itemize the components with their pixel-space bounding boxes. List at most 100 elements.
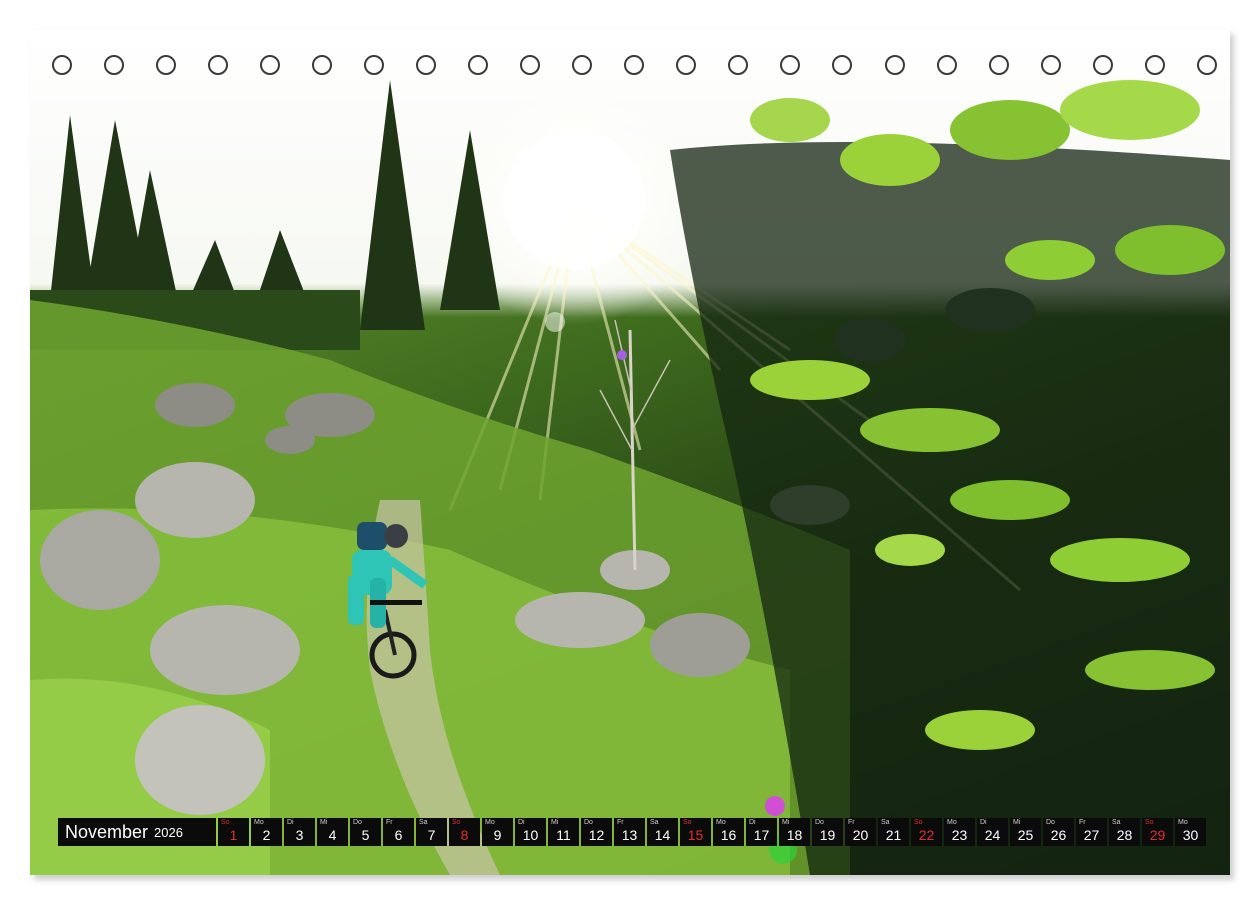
day-cell: Sa 7 xyxy=(416,818,447,846)
day-number: 7 xyxy=(427,827,436,843)
binding-hole xyxy=(832,55,853,75)
calendar-page: November 2026 So 1 Mo 2 Di 3 Mi 4 Do 5 Fr 6 Sa 7 So 8 Mo… xyxy=(30,30,1230,875)
day-number: 15 xyxy=(687,827,704,843)
binding-hole xyxy=(780,55,801,75)
day-cell: Mo 23 xyxy=(944,818,975,846)
weekday-abbr: Mo xyxy=(947,819,957,826)
weekday-abbr: Mo xyxy=(1178,819,1188,826)
day-number: 2 xyxy=(262,827,271,843)
day-cell: Mi 25 xyxy=(1010,818,1041,846)
day-cell: Di 3 xyxy=(284,818,315,846)
binding-hole xyxy=(624,55,645,75)
day-cell: Fr 20 xyxy=(845,818,876,846)
day-cell: Mi 11 xyxy=(548,818,579,846)
day-number: 18 xyxy=(786,827,803,843)
weekday-abbr: Di xyxy=(287,819,294,826)
binding-hole xyxy=(1040,55,1061,75)
day-number: 3 xyxy=(295,827,304,843)
day-number: 26 xyxy=(1050,827,1067,843)
day-number: 27 xyxy=(1083,827,1100,843)
day-cell: So 29 xyxy=(1142,818,1173,846)
day-number: 29 xyxy=(1149,827,1166,843)
binding-hole xyxy=(312,55,333,75)
weekday-abbr: So xyxy=(683,819,692,826)
day-number: 9 xyxy=(493,827,502,843)
weekday-abbr: Sa xyxy=(650,819,659,826)
weekday-abbr: So xyxy=(452,819,461,826)
weekday-abbr: So xyxy=(1145,819,1154,826)
weekday-abbr: Sa xyxy=(1112,819,1121,826)
day-number: 10 xyxy=(522,827,539,843)
day-number: 28 xyxy=(1116,827,1133,843)
binding-hole xyxy=(208,55,229,75)
weekday-abbr: Fr xyxy=(386,819,393,826)
weekday-abbr: Mi xyxy=(782,819,790,826)
binding-hole xyxy=(676,55,697,75)
day-number: 22 xyxy=(918,827,935,843)
binding-hole xyxy=(520,55,541,75)
day-cell: Sa 28 xyxy=(1109,818,1140,846)
day-cell: Sa 14 xyxy=(647,818,678,846)
weekday-abbr: Di xyxy=(749,819,756,826)
day-number: 6 xyxy=(394,827,403,843)
weekday-abbr: Di xyxy=(518,819,525,826)
landscape-photo xyxy=(30,80,1230,875)
weekday-abbr: Mi xyxy=(320,819,328,826)
binding-hole xyxy=(468,55,489,75)
month-year: 2026 xyxy=(154,824,183,840)
binding-hole xyxy=(1092,55,1113,75)
day-cell: Mo 9 xyxy=(482,818,513,846)
day-cell: Do 12 xyxy=(581,818,612,846)
day-cell: Do 26 xyxy=(1043,818,1074,846)
day-cell: Mo 16 xyxy=(713,818,744,846)
weekday-abbr: Do xyxy=(815,819,824,826)
day-number: 20 xyxy=(852,827,869,843)
day-cell: Do 5 xyxy=(350,818,381,846)
binding-hole xyxy=(1196,55,1217,75)
day-cell: Di 24 xyxy=(977,818,1008,846)
day-cell: Fr 13 xyxy=(614,818,645,846)
weekday-abbr: Mi xyxy=(1013,819,1021,826)
binding-hole xyxy=(104,55,125,75)
weekday-abbr: Mo xyxy=(485,819,495,826)
day-number: 19 xyxy=(819,827,836,843)
binding-hole xyxy=(1144,55,1165,75)
weekday-abbr: Sa xyxy=(419,819,428,826)
month-name: November xyxy=(65,821,149,842)
day-number: 25 xyxy=(1017,827,1034,843)
day-number: 17 xyxy=(753,827,770,843)
binding-hole xyxy=(988,55,1009,75)
day-number: 16 xyxy=(720,827,737,843)
binding-hole xyxy=(416,55,437,75)
weekday-abbr: Sa xyxy=(881,819,890,826)
binding-hole xyxy=(884,55,905,75)
weekday-abbr: Mi xyxy=(551,819,559,826)
day-number: 14 xyxy=(654,827,671,843)
weekday-abbr: So xyxy=(221,819,230,826)
calendar-strip: November 2026 So 1 Mo 2 Di 3 Mi 4 Do 5 Fr 6 Sa 7 So 8 Mo… xyxy=(58,818,1206,846)
day-cell: Fr 27 xyxy=(1076,818,1107,846)
binding-hole xyxy=(364,55,385,75)
day-cell: So 22 xyxy=(911,818,942,846)
day-number: 13 xyxy=(621,827,638,843)
day-number: 12 xyxy=(588,827,605,843)
day-number: 23 xyxy=(951,827,968,843)
binding-hole xyxy=(572,55,593,75)
binding-hole xyxy=(936,55,957,75)
day-cell: Mo 30 xyxy=(1175,818,1206,846)
day-number: 1 xyxy=(229,827,238,843)
day-cell: Mo 2 xyxy=(251,818,282,846)
weekday-abbr: Do xyxy=(1046,819,1055,826)
weekday-abbr: Fr xyxy=(1079,819,1086,826)
binding-hole xyxy=(52,55,72,75)
sun-glow xyxy=(505,130,645,270)
month-label: November 2026 xyxy=(58,818,216,846)
day-number: 30 xyxy=(1182,827,1199,843)
day-number: 21 xyxy=(885,827,902,843)
weekday-abbr: Do xyxy=(584,819,593,826)
day-cell: So 1 xyxy=(218,818,249,846)
day-cell: Fr 6 xyxy=(383,818,414,846)
weekday-abbr: Mo xyxy=(716,819,726,826)
weekday-abbr: Fr xyxy=(848,819,855,826)
day-cell: So 8 xyxy=(449,818,480,846)
